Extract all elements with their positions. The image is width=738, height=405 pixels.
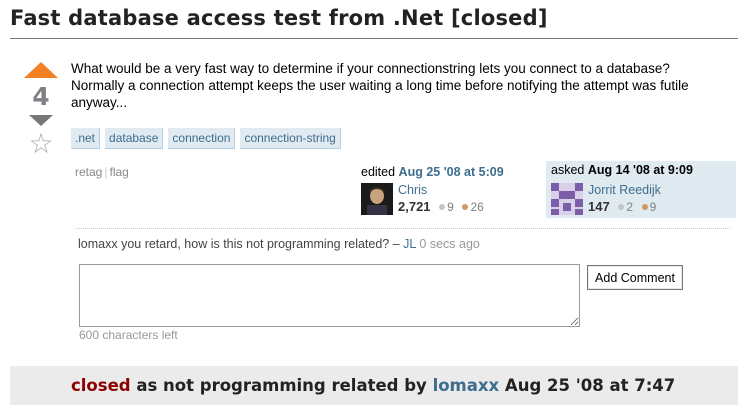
favorite-star-icon[interactable]: ☆ [24,130,58,158]
vote-count: 4 [32,82,50,111]
editor-avatar-image [361,183,393,215]
tag-connection[interactable]: connection [168,128,236,149]
bronze-badge-icon [641,204,648,211]
asker-identicon-icon [551,183,583,215]
asked-signature: asked Aug 14 '08 at 9:09 Jorrit Reedijk … [546,161,736,218]
title-divider [10,38,738,39]
retag-link[interactable]: retag [75,165,102,179]
vote-down-icon[interactable] [29,115,53,126]
vote-up-icon[interactable] [24,62,58,78]
editor-silver-count: 9 [447,200,454,214]
closed-keyword: closed [71,376,131,395]
asked-prefix: asked [551,163,585,177]
tag-connection-string[interactable]: connection-string [240,128,341,149]
closer-user-link[interactable]: lomaxx [433,376,500,395]
question-title[interactable]: Fast database access test from .Net [clo… [10,6,548,30]
flag-link[interactable]: flag [109,165,128,179]
asked-date: Aug 14 '08 at 9:09 [587,163,693,177]
bronze-badge-icon [462,204,469,211]
silver-badge-icon [618,204,625,211]
post-menu: retag | flag [75,165,129,179]
comment-text: lomaxx you retard, how is this not progr… [78,237,404,251]
comment-time: 0 secs ago [419,237,480,251]
vote-panel: 4 ☆ [24,62,58,158]
closed-date: Aug 25 '08 at 7:47 [504,376,676,395]
edited-signature: edited Aug 25 '08 at 5:09 Chris 2,721 9 … [361,163,531,218]
add-comment-button[interactable]: Add Comment [587,265,683,290]
closed-reason: as not programming related by [136,376,427,395]
comment-item: lomaxx you retard, how is this not progr… [78,237,480,251]
closed-notice: closed as not programming related by lom… [10,366,738,405]
asker-info: Jorrit Reedijk 147 2 9 [588,183,661,216]
characters-left: 600 characters left [79,328,178,342]
editor-bronze-count: 26 [470,200,484,214]
editor-reputation: 2,721 9 26 [398,198,484,216]
tag-database[interactable]: database [105,128,164,149]
edited-line: edited Aug 25 '08 at 5:09 [361,165,531,179]
edited-date-link[interactable]: Aug 25 '08 at 5:09 [399,165,504,179]
asker-rep-score: 147 [588,199,610,214]
editor-rep-score: 2,721 [398,199,431,214]
tag-list: .net database connection connection-stri… [71,128,341,149]
comment-input[interactable] [79,264,580,327]
silver-badge-icon [439,204,446,211]
asker-reputation: 147 2 9 [588,198,661,216]
question-body: What would be a very fast way to determi… [71,61,689,110]
comment-user-link[interactable]: JL [403,237,416,251]
asker-silver-count: 2 [626,200,634,214]
tag-dotnet[interactable]: .net [71,128,101,149]
asked-line: asked Aug 14 '08 at 9:09 [551,163,736,177]
asker-bronze-count: 9 [649,200,657,214]
asker-name[interactable]: Jorrit Reedijk [588,183,661,198]
comments-divider [75,228,730,229]
edited-prefix: edited [361,165,396,179]
asker-avatar[interactable] [551,183,583,215]
editor-name[interactable]: Chris [398,183,484,198]
closed-text: closed as not programming related by lom… [71,376,675,395]
editor-info: Chris 2,721 9 26 [398,183,484,216]
editor-avatar[interactable] [361,183,393,215]
